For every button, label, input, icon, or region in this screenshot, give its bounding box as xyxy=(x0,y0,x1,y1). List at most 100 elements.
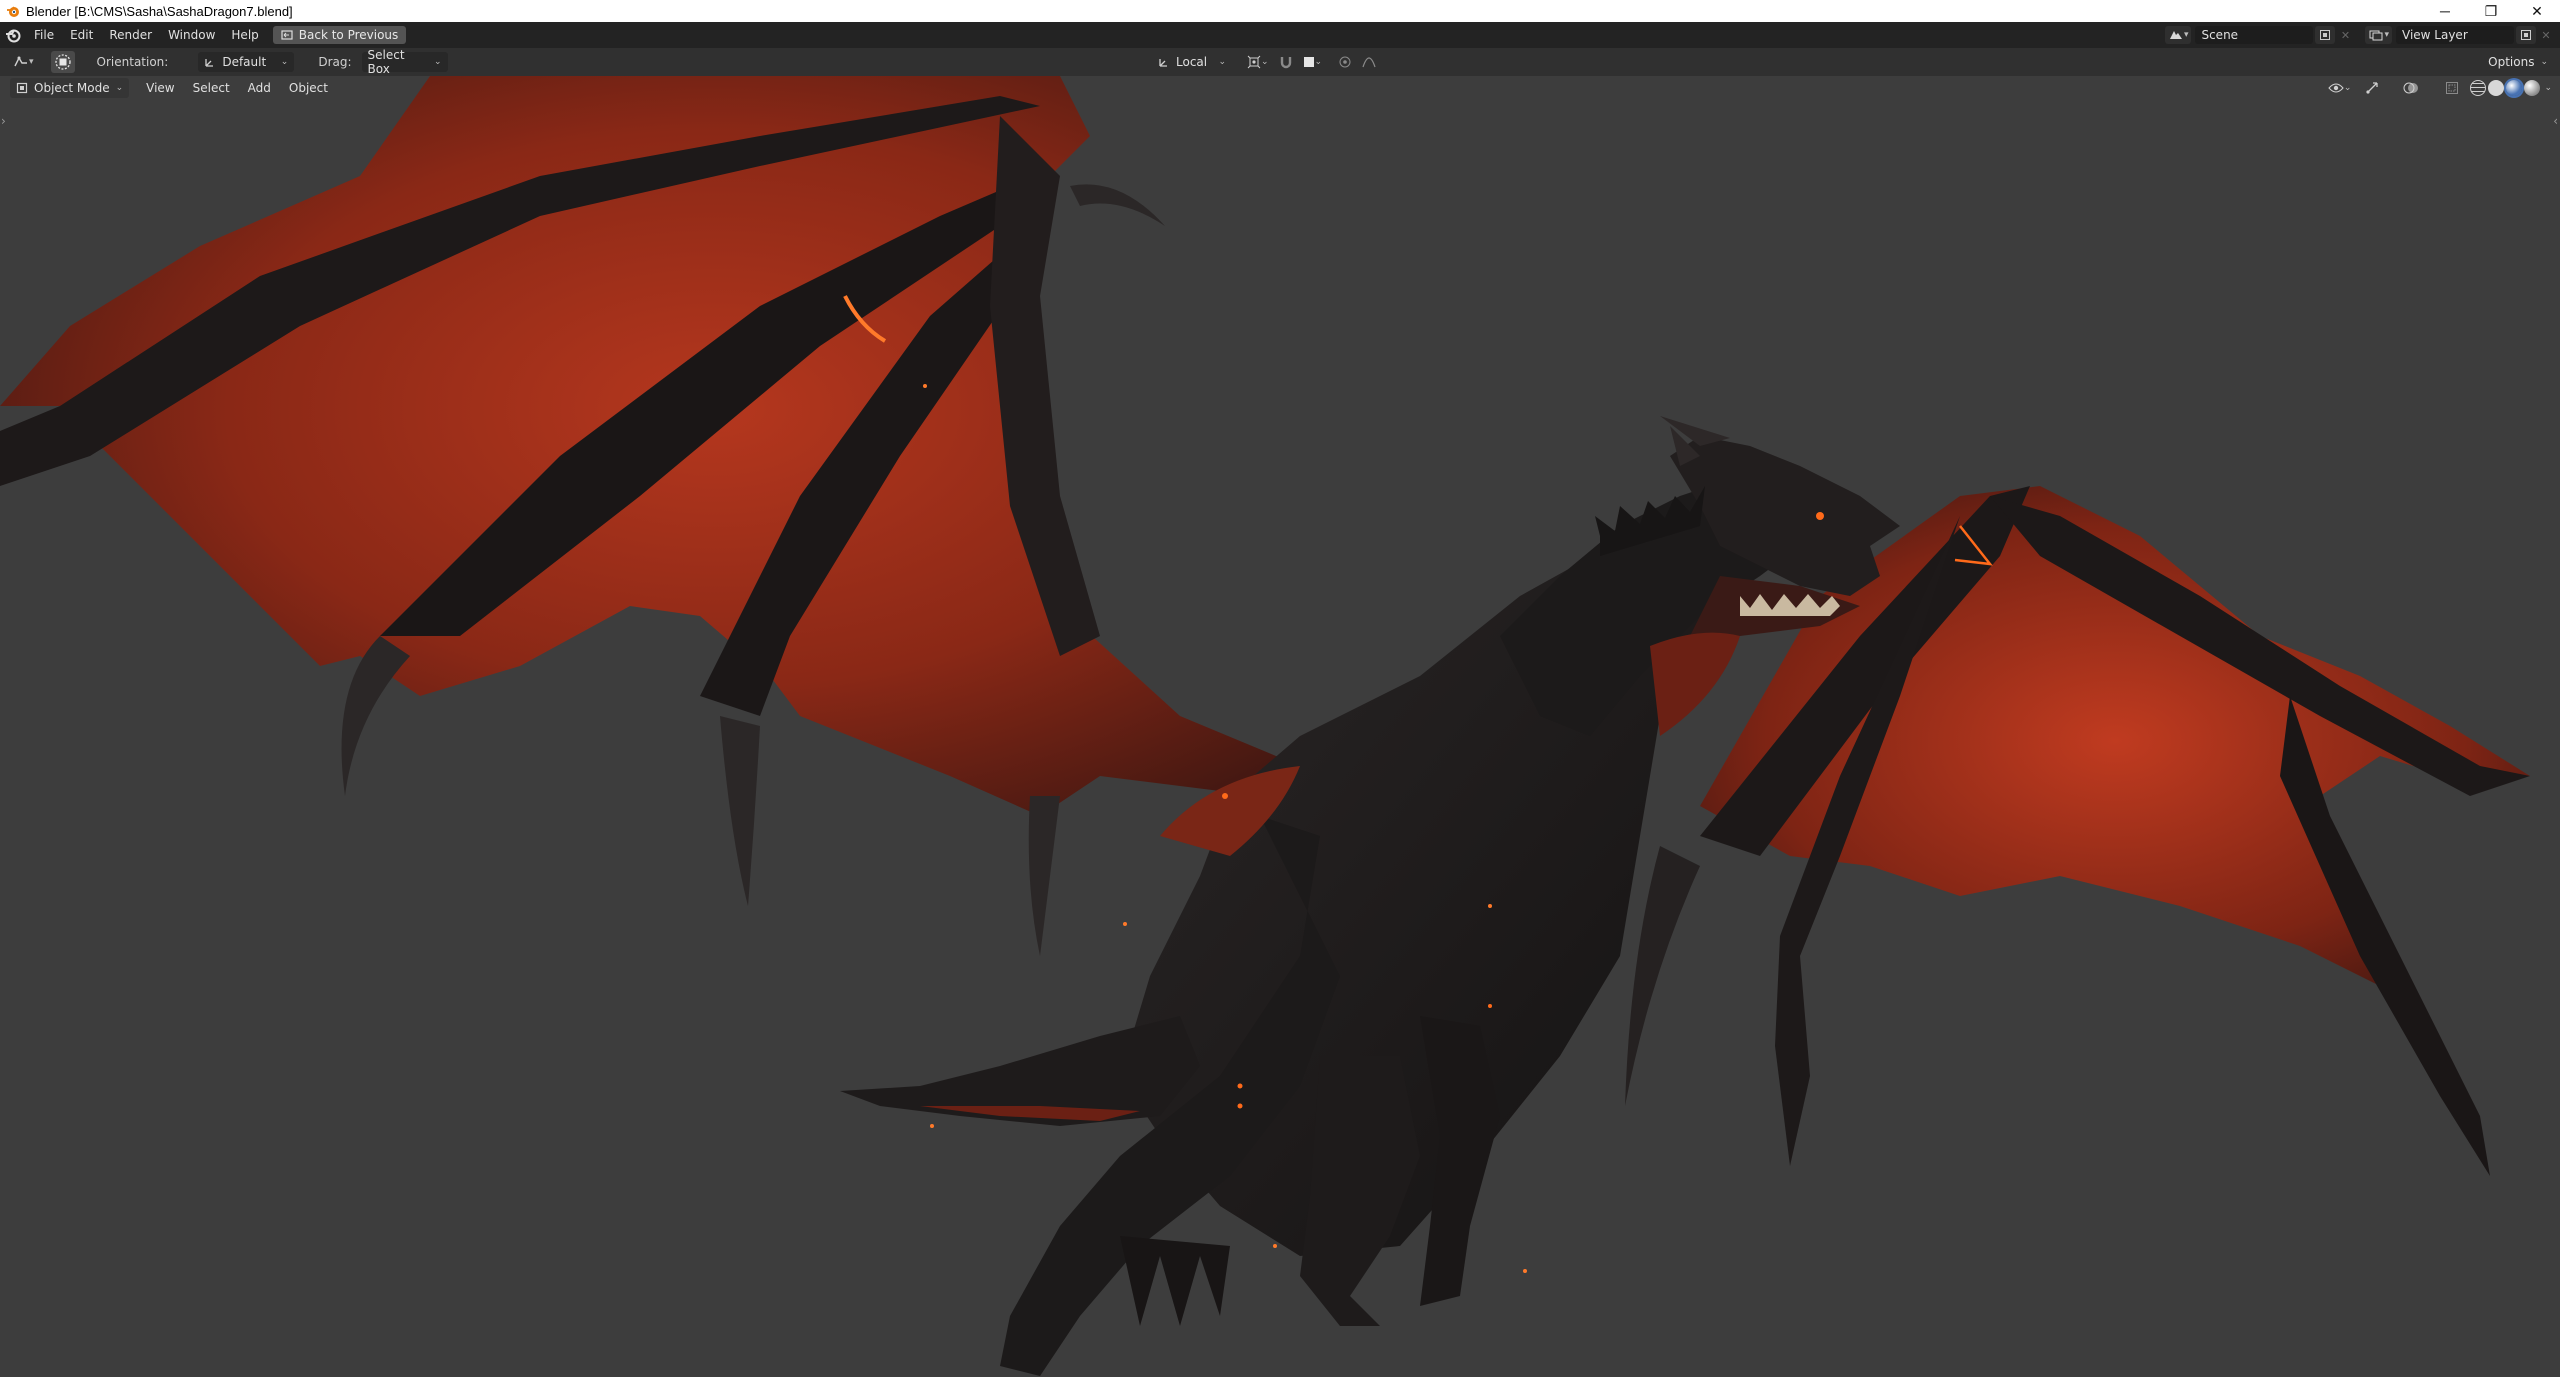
chevron-down-icon: ⌄ xyxy=(1261,57,1269,67)
wing-claw xyxy=(1625,846,1700,1106)
new-view-layer-button[interactable] xyxy=(2516,26,2536,44)
ember xyxy=(1237,1103,1243,1109)
chevron-down-icon: ▾ xyxy=(2183,30,2189,40)
body-glow xyxy=(1650,632,1740,736)
menu-edit[interactable]: Edit xyxy=(62,22,101,48)
chevron-down-icon: ⌄ xyxy=(280,57,289,67)
ember xyxy=(1222,793,1228,799)
blender-top-bar: File Edit Render Window Help Back to Pre… xyxy=(0,22,2560,48)
pivot-point-dropdown[interactable]: Local ⌄ xyxy=(1152,52,1232,72)
ember xyxy=(1237,1083,1243,1089)
view-layer-icon xyxy=(2369,30,2383,41)
orientation-value: Default xyxy=(222,55,267,69)
options-dropdown[interactable]: Options ⌄ xyxy=(2482,52,2554,72)
ember xyxy=(930,1124,934,1128)
chevron-down-icon: ⌄ xyxy=(2540,57,2548,67)
toolbar-expand-arrow[interactable]: › xyxy=(1,114,6,128)
object-mode-label: Object Mode xyxy=(34,81,110,95)
drag-dropdown[interactable]: Select Box ⌄ xyxy=(361,48,448,76)
drag-value: Select Box xyxy=(367,48,405,76)
snap-toggle[interactable] xyxy=(1276,53,1296,71)
new-scene-button[interactable] xyxy=(2315,26,2336,44)
rendered-shading-button[interactable] xyxy=(2524,80,2541,96)
snap-element-dropdown[interactable]: ⌄ xyxy=(1300,53,1326,71)
window-title: Blender [B:\CMS\Sasha\SashaDragon7.blend… xyxy=(26,3,293,19)
delete-view-layer-button[interactable]: ✕ xyxy=(2536,26,2556,44)
chevron-down-icon: ▾ xyxy=(2384,30,2389,40)
duplicate-icon xyxy=(2320,30,2331,40)
pivot-point-button[interactable]: ⌄ xyxy=(1244,53,1272,71)
3d-viewport-icon xyxy=(14,56,27,67)
view-layer-name-field[interactable]: View Layer xyxy=(2396,26,2514,44)
ember xyxy=(1123,922,1127,926)
pivot-point-icon xyxy=(1247,55,1261,69)
3d-viewport[interactable]: › ‹ xyxy=(0,76,2560,1377)
object-mode-dropdown[interactable]: Object Mode ⌄ xyxy=(10,78,130,98)
scene-selector-button[interactable]: ▾ xyxy=(2164,26,2192,44)
active-tool-button[interactable] xyxy=(50,51,75,73)
orientation-dropdown[interactable]: Default ⌄ xyxy=(198,52,295,72)
proportional-edit-toggle[interactable] xyxy=(1335,53,1355,71)
ember xyxy=(1523,1269,1527,1273)
back-to-previous-label: Back to Previous xyxy=(298,28,399,42)
visibility-dropdown[interactable]: ⌄ xyxy=(2325,79,2355,97)
close-button[interactable]: ✕ xyxy=(2514,0,2560,22)
object-mode-icon xyxy=(16,82,28,94)
shading-mode-group: ⌄ xyxy=(2470,80,2552,96)
view-layer-name: View Layer xyxy=(2402,28,2468,42)
menu-view[interactable]: View xyxy=(137,81,183,95)
editor-type-button[interactable]: ▾ xyxy=(10,53,37,71)
scene-name-field[interactable]: Scene xyxy=(2195,26,2314,44)
view-layer-selector-button[interactable]: ▾ xyxy=(2365,26,2392,44)
hind-leg xyxy=(1300,1056,1420,1326)
close-icon: ✕ xyxy=(2541,28,2551,42)
chevron-down-icon: ⌄ xyxy=(1314,57,1323,67)
wing-claw xyxy=(1070,184,1165,226)
eye-icon xyxy=(2328,83,2344,93)
chevron-down-icon: ▾ xyxy=(29,57,34,67)
menu-add[interactable]: Add xyxy=(239,81,280,95)
chevron-down-icon[interactable]: ⌄ xyxy=(2544,83,2552,93)
ember xyxy=(1273,1244,1277,1248)
overlay-icon xyxy=(2403,82,2419,94)
minimize-button[interactable]: ─ xyxy=(2422,0,2468,22)
back-to-previous-button[interactable]: Back to Previous xyxy=(272,26,407,44)
blender-app-icon xyxy=(7,6,19,17)
material-preview-button[interactable] xyxy=(2506,80,2523,96)
chevron-down-icon: ⌄ xyxy=(2343,83,2352,93)
menu-file[interactable]: File xyxy=(26,22,62,48)
dragon-eye xyxy=(1816,512,1824,520)
drag-label: Drag: xyxy=(318,55,352,69)
proportional-falloff-button[interactable] xyxy=(1359,53,1379,71)
menu-window[interactable]: Window xyxy=(160,22,223,48)
proportional-edit-icon xyxy=(1339,56,1351,68)
fullscreen-exit-icon xyxy=(281,30,293,40)
blender-menu-button[interactable] xyxy=(0,27,26,43)
dragon-render xyxy=(0,76,2530,1376)
tool-settings-header: ▾ Orientation: Default ⌄ Drag: Select Bo… xyxy=(0,48,2560,76)
blender-logo-icon xyxy=(6,29,21,43)
maximize-button[interactable]: ❐ xyxy=(2468,0,2514,22)
viewport-header: Object Mode ⌄ View Select Add Object ⌄ ⌄ xyxy=(0,76,2560,100)
chevron-down-icon: ⌄ xyxy=(433,57,442,67)
scene-name: Scene xyxy=(2201,28,2239,42)
pivot-value: Local xyxy=(1176,55,1208,69)
overlay-toggle[interactable] xyxy=(2400,79,2422,97)
wing-claw xyxy=(1028,796,1060,956)
wing-claw xyxy=(341,636,410,796)
gizmo-icon xyxy=(2366,82,2379,94)
sidebar-expand-arrow[interactable]: ‹ xyxy=(2553,114,2558,128)
options-label: Options xyxy=(2488,55,2535,69)
menu-object[interactable]: Object xyxy=(280,81,337,95)
menu-select[interactable]: Select xyxy=(184,81,239,95)
xray-toggle[interactable] xyxy=(2442,79,2462,97)
gizmo-toggle[interactable] xyxy=(2362,79,2382,97)
menu-render[interactable]: Render xyxy=(101,22,160,48)
scene-icon xyxy=(2169,31,2182,39)
wireframe-shading-button[interactable] xyxy=(2470,80,2487,96)
solid-shading-button[interactable] xyxy=(2488,80,2505,96)
chevron-down-icon: ⌄ xyxy=(115,83,124,93)
menu-help[interactable]: Help xyxy=(223,22,266,48)
select-circle-icon xyxy=(54,54,71,70)
delete-scene-button[interactable]: ✕ xyxy=(2335,26,2355,44)
